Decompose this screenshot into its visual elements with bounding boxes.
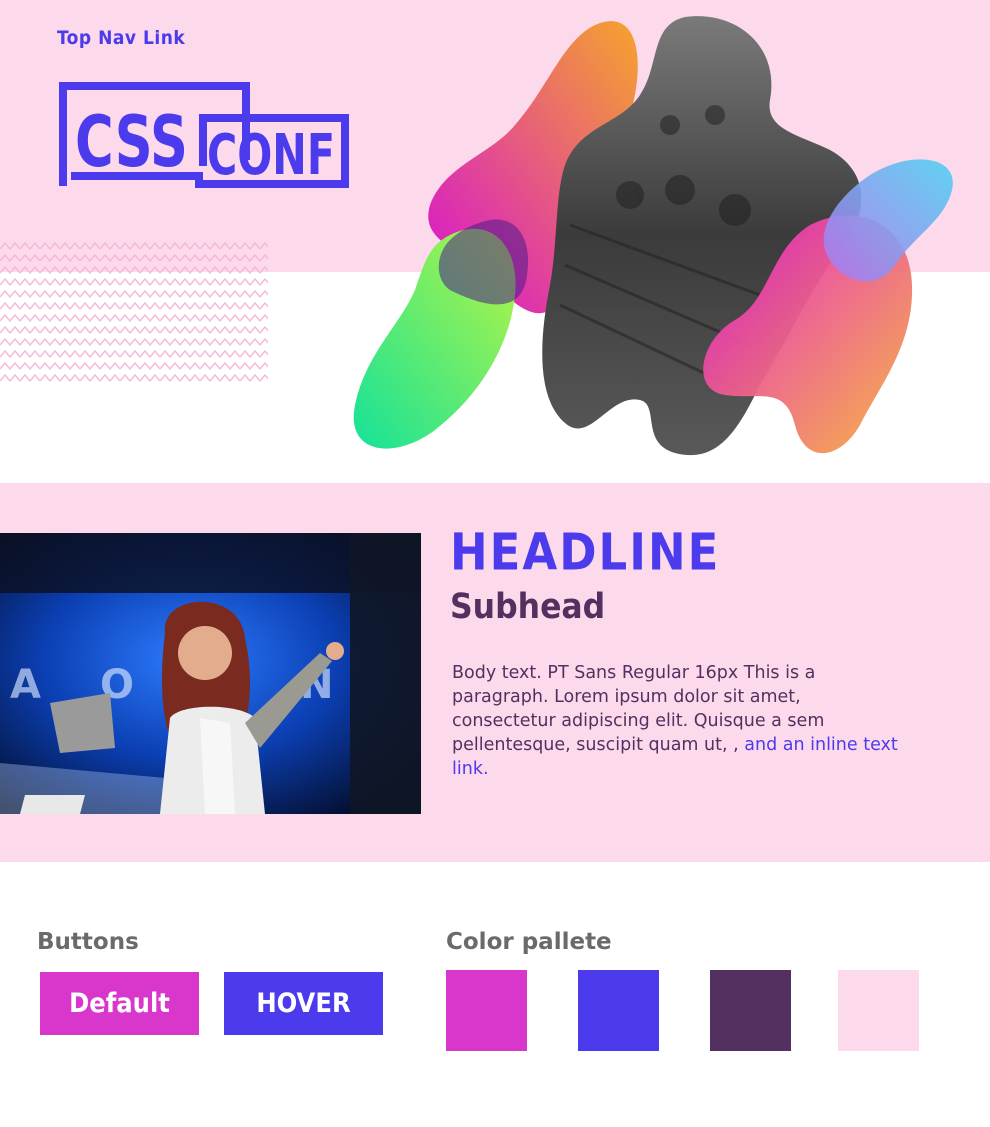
body-paragraph: Body text. PT Sans Regular 16px This is … [452, 661, 902, 781]
hover-button[interactable]: HOVER [224, 972, 383, 1035]
default-button[interactable]: Default [40, 972, 199, 1035]
color-palette-heading: Color pallete [446, 929, 612, 955]
headline: HEADLINE [450, 522, 721, 582]
swatch-pink [838, 970, 919, 1051]
zigzag-pattern [0, 240, 268, 382]
swatch-indigo [578, 970, 659, 1051]
logo-css-text: CSS [75, 101, 188, 183]
css-conf-logo: CSS CONF [59, 82, 349, 188]
subhead: Subhead [450, 587, 606, 627]
swatch-magenta [446, 970, 527, 1051]
hero-blob-illustration [353, 16, 953, 456]
top-nav-link[interactable]: Top Nav Link [57, 27, 185, 49]
swatch-plum [710, 970, 791, 1051]
buttons-heading: Buttons [37, 929, 139, 955]
speaker-photo: A O N [0, 533, 421, 814]
logo-conf-text: CONF [207, 123, 335, 188]
feature-section: A O N HEADLINE Subhead Body text. PT San… [0, 483, 990, 862]
svg-text:A: A [10, 662, 41, 708]
